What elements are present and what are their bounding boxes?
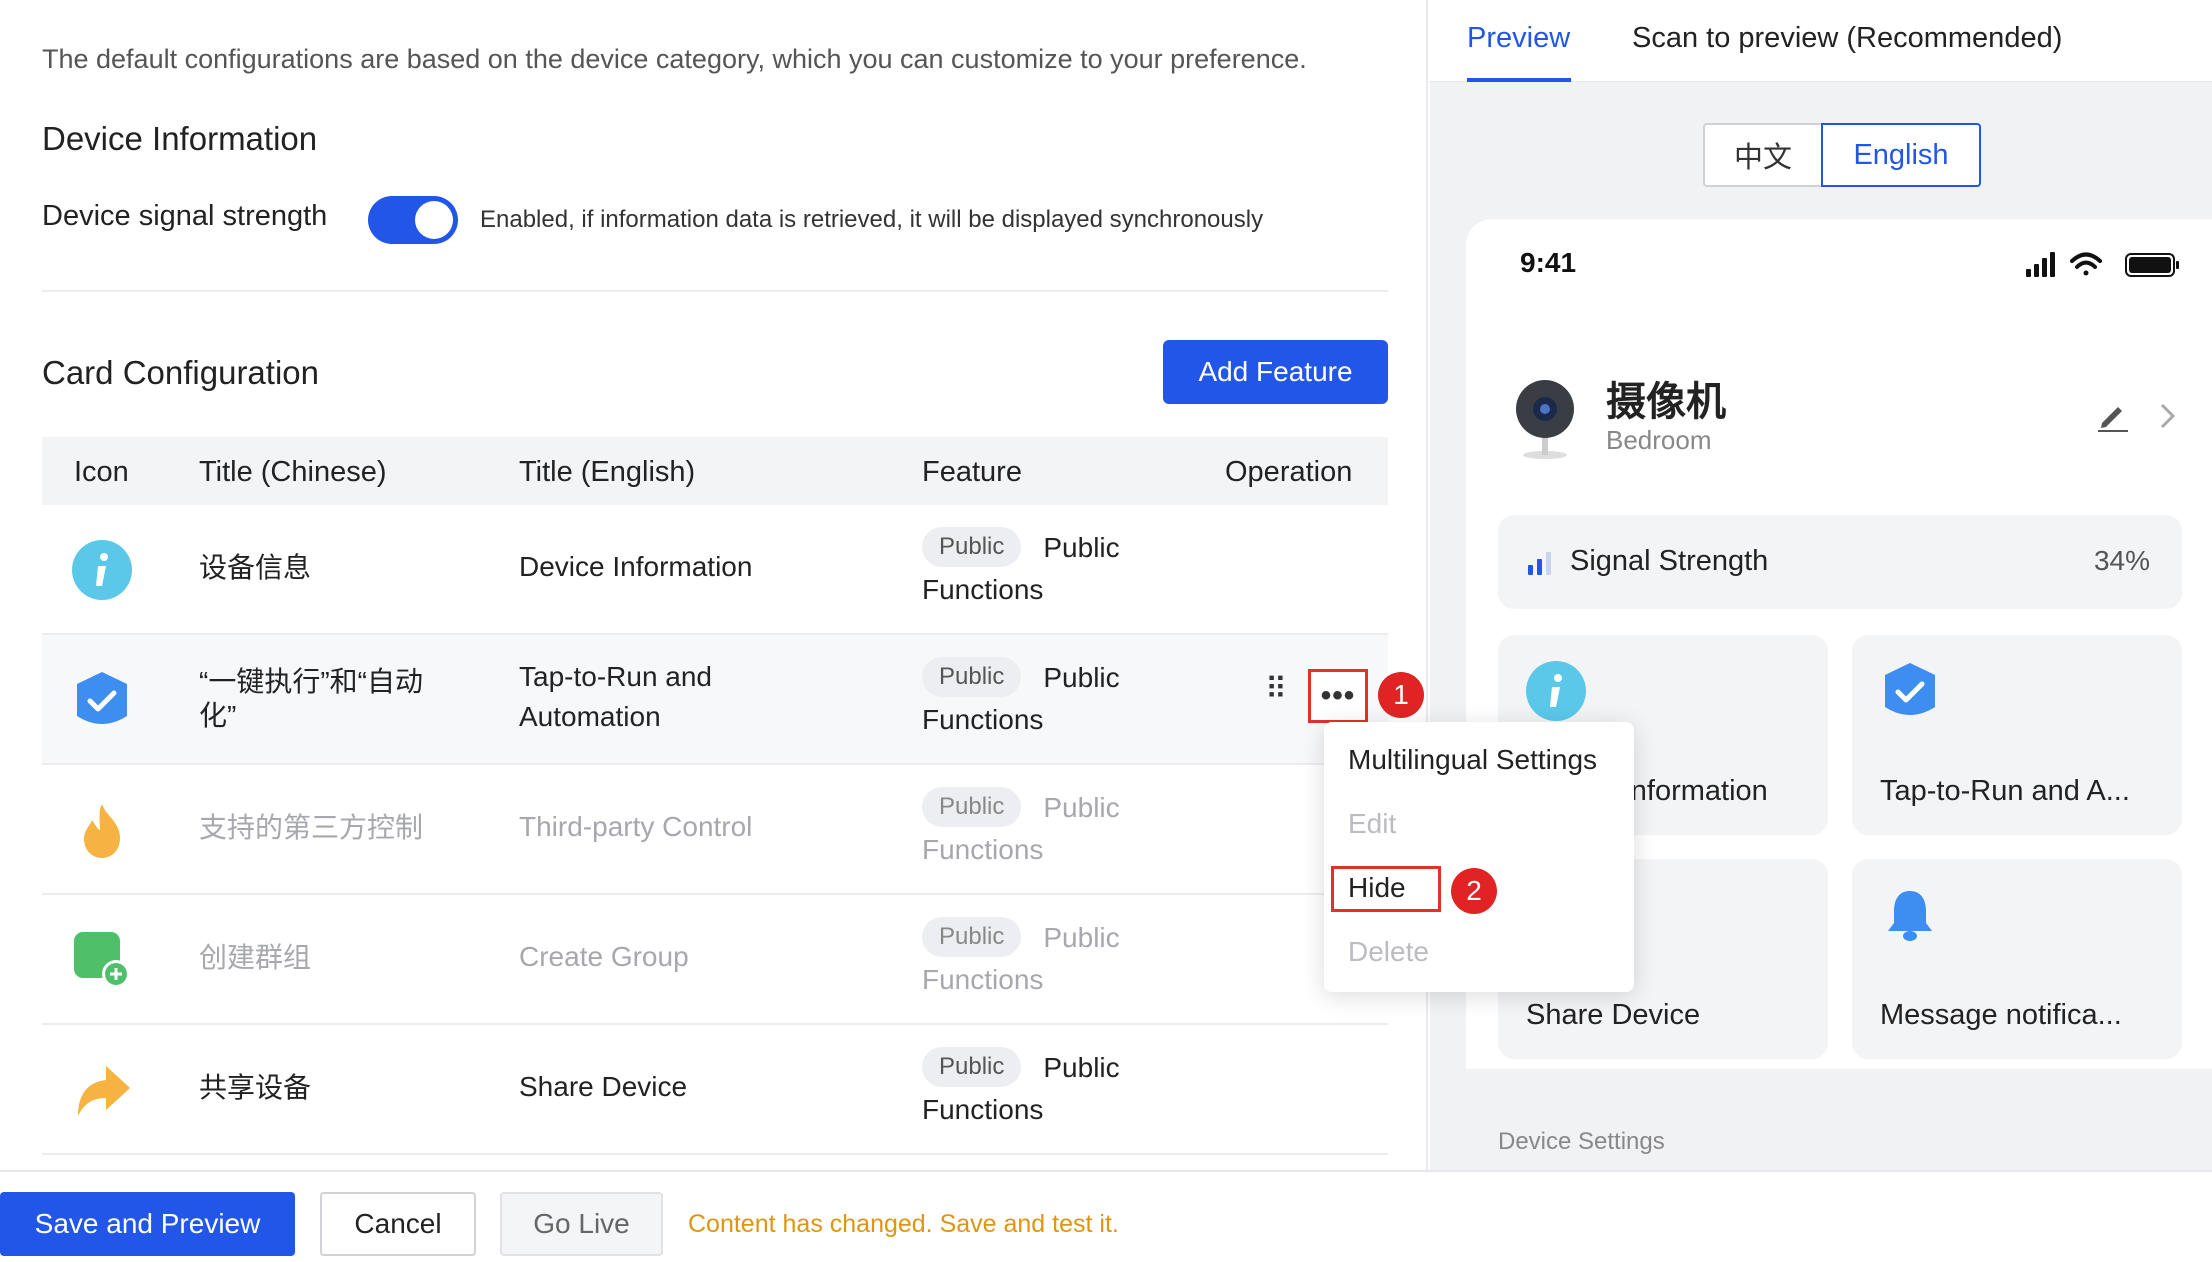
camera-icon <box>1516 380 1574 459</box>
tab-preview[interactable]: Preview <box>1467 22 1570 55</box>
page-description: The default configurations are based on … <box>42 44 1307 74</box>
column-icon: Icon <box>74 456 129 488</box>
status-time: 9:41 <box>1520 247 1577 278</box>
title-english: Third-party Control <box>519 811 753 842</box>
public-tag: Public <box>922 1047 1022 1087</box>
add-feature-button[interactable]: Add Feature <box>1163 340 1388 404</box>
drag-handle-icon[interactable]: ⠿ <box>1265 675 1287 705</box>
table-row: 支持的第三方控制 Third-party Control Public Publi… <box>42 765 1388 895</box>
device-name: 摄像机 <box>1606 380 1726 424</box>
column-operation: Operation <box>1225 456 1353 488</box>
public-tag: Public <box>922 917 1022 957</box>
title-chinese: 共享设备 <box>199 1072 312 1103</box>
footer-bar: Save and Preview Cancel Go Live Content … <box>0 1170 2212 1262</box>
wifi-icon <box>2070 252 2102 276</box>
title-english: Device Information <box>519 551 753 582</box>
section-separator <box>1466 1069 2212 1089</box>
device-room: Bedroom <box>1606 425 1712 455</box>
go-live-button[interactable]: Go Live <box>500 1192 663 1256</box>
title-english: Create Group <box>519 941 689 972</box>
tile-message-notification[interactable]: Message notifica... <box>1852 859 2182 1059</box>
signal-strength-label: Signal Strength <box>1570 545 1769 577</box>
cellular-signal-icon <box>2026 252 2055 277</box>
create-group-icon <box>74 932 130 988</box>
tile-label: Tap-to-Run and A... <box>1880 775 2130 807</box>
card-configuration-heading: Card Configuration <box>42 354 319 391</box>
more-options-button[interactable]: ••• <box>1308 669 1368 723</box>
flame-icon <box>84 804 120 858</box>
feature-cell: Public Public Functions <box>922 527 1182 611</box>
chevron-right-icon[interactable] <box>2156 399 2180 433</box>
menu-item-hide[interactable]: Hide <box>1348 872 1406 904</box>
menu-item-multilingual-settings[interactable]: Multilingual Settings <box>1348 744 1597 776</box>
feature-cell: Public Public Functions <box>922 917 1182 1001</box>
table-row: 创建群组 Create Group Public Public Functions <box>42 895 1388 1025</box>
signal-strength-label: Device signal strength <box>42 200 328 232</box>
signal-strength-toggle[interactable] <box>368 196 458 244</box>
title-chinese: 支持的第三方控制 <box>199 812 424 843</box>
title-chinese: 设备信息 <box>199 552 312 583</box>
tile-tap-to-run[interactable]: Tap-to-Run and A... <box>1852 635 2182 835</box>
share-arrow-icon <box>78 1066 130 1116</box>
battery-icon <box>2125 253 2179 277</box>
public-tag: Public <box>922 657 1022 697</box>
info-icon <box>1526 661 1586 721</box>
tile-label: Share Device <box>1526 999 1701 1031</box>
tab-scan-to-preview[interactable]: Scan to preview (Recommended) <box>1632 22 2062 55</box>
check-shield-icon <box>1885 663 1935 715</box>
device-settings-label: Device Settings <box>1498 1128 1665 1155</box>
status-bar-icons <box>2026 252 2179 277</box>
bell-icon <box>1888 891 1932 941</box>
operation-menu: Multilingual Settings Edit Hide Delete 2 <box>1324 722 1634 992</box>
unsaved-changes-message: Content has changed. Save and test it. <box>688 1210 1119 1238</box>
check-shield-icon <box>77 672 127 724</box>
step-2-badge: 2 <box>1451 868 1497 914</box>
save-and-preview-button[interactable]: Save and Preview <box>0 1192 295 1256</box>
cancel-button[interactable]: Cancel <box>320 1192 476 1256</box>
column-feature: Feature <box>922 456 1022 488</box>
section-divider <box>42 290 1388 292</box>
title-chinese: 创建群组 <box>199 942 312 973</box>
menu-item-delete[interactable]: Delete <box>1348 936 1429 968</box>
table-header: Icon Title (Chinese) Title (English) Fea… <box>42 437 1388 505</box>
language-english-button[interactable]: English <box>1821 123 1981 187</box>
language-chinese-button[interactable]: 中文 <box>1703 123 1821 187</box>
public-tag: Public <box>922 787 1022 827</box>
public-tag: Public <box>922 527 1022 567</box>
configuration-panel: The default configurations are based on … <box>0 0 1428 1170</box>
feature-cell: Public Public Functions <box>922 787 1182 871</box>
step-1-badge: 1 <box>1378 672 1424 718</box>
table-row: 共享设备 Share Device Public Public Functions <box>42 1025 1388 1155</box>
device-information-heading: Device Information <box>42 120 318 157</box>
preview-panel: Preview Scan to preview (Recommended) 中文… <box>1430 0 2212 1170</box>
column-title-chinese: Title (Chinese) <box>199 456 387 488</box>
feature-cell: Public Public Functions <box>922 1047 1182 1131</box>
title-english: Tap-to-Run and Automation <box>519 661 713 732</box>
signal-strength-card: Signal Strength 34% <box>1498 515 2182 609</box>
title-chinese: “一键执行”和“自动化” <box>199 666 423 731</box>
active-tab-underline <box>1467 78 1571 82</box>
signal-bars-icon <box>1528 552 1551 575</box>
signal-strength-description: Enabled, if information data is retrieve… <box>480 206 1264 233</box>
tile-label: Message notifica... <box>1880 999 2122 1031</box>
table-row: “一键执行”和“自动化” Tap-to-Run and Automation P… <box>42 635 1424 765</box>
info-icon <box>72 540 132 600</box>
menu-item-edit[interactable]: Edit <box>1348 808 1396 840</box>
title-english: Share Device <box>519 1071 688 1102</box>
column-title-english: Title (English) <box>519 456 696 488</box>
preview-tabs: Preview Scan to preview (Recommended) <box>1430 0 2212 82</box>
signal-strength-value: 34% <box>2093 545 2150 576</box>
toggle-knob <box>415 201 453 239</box>
edit-pencil-icon[interactable] <box>2096 399 2130 433</box>
feature-cell: Public Public Functions <box>922 657 1182 741</box>
table-row: 设备信息 Device Information Public Public Fun… <box>42 505 1388 635</box>
